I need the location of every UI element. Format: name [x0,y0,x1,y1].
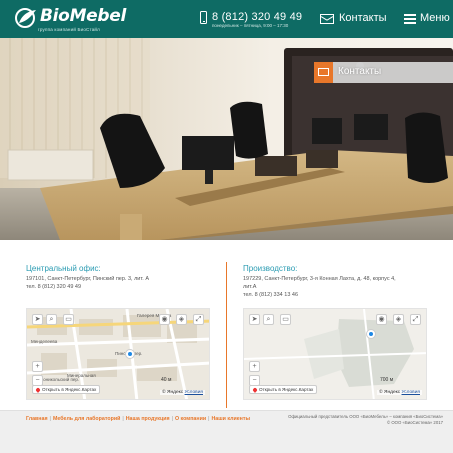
phone-number[interactable]: 8 (812) 320 49 49 [212,11,302,23]
footer-link-products[interactable]: Наша продукция [126,416,170,422]
map-location-button[interactable]: ➤ [249,314,260,325]
footer-nav: Главная | Мебель для лабораторий | Наша прод… [26,416,250,422]
footer-link-clients[interactable]: Наши клиенты [211,416,250,422]
map-scale: 700 м [380,377,394,383]
map-pin-icon[interactable] [366,329,376,339]
map-fullscreen-icon[interactable]: ⤢ [193,314,204,325]
phone-hours: понедельник – пятница, 9:00 – 17:30 [212,23,289,28]
central-office-address: 197101, Санкт-Петербург, Пинский пер. 3,… [26,275,216,291]
terms-link[interactable]: Условия [402,390,420,395]
footer-separator: | [208,416,210,422]
terms-link[interactable]: Условия [185,390,203,395]
hero-banner: Контакты [0,38,453,240]
footer-separator: | [122,416,124,422]
logo-text: BioMebel [40,6,127,26]
copyright-text: © Яндекс [162,390,184,395]
phone-icon [200,11,207,24]
footer-link-about[interactable]: О компании [175,416,206,422]
column-divider [226,262,227,408]
map-traffic-icon[interactable]: ◉ [376,314,387,325]
map-search-icon[interactable]: ⌕ [263,314,274,325]
mail-icon [320,14,334,24]
menu-label: Меню [420,12,450,24]
open-map-label: Открыть в Яндекс.Картах [42,387,97,392]
hero-contacts-badge: Контакты [314,62,453,83]
production-address-line2: лит.А [243,284,257,290]
map-pin-icon[interactable] [125,349,135,359]
map-label: Менделеева [31,339,58,344]
logo-subtitle: группа компаний БиоСтайл [38,27,100,32]
map-copyright: © Яндекс Условия [377,390,422,395]
hero-badge-label: Контакты [338,66,382,77]
map-layers-icon[interactable]: ◈ [176,314,187,325]
open-in-yandex-maps-button[interactable]: Открыть в Яндекс.Картах [249,385,318,394]
map-traffic-icon[interactable]: ◉ [159,314,170,325]
central-phone-line[interactable]: тел. 8 (812) 320 49 49 [26,283,216,291]
footer-separator: | [49,416,51,422]
map-search-icon[interactable]: ⌕ [46,314,57,325]
site-footer: Главная | Мебель для лабораторий | Наша прод… [0,410,453,453]
map-fullscreen-icon[interactable]: ⤢ [410,314,421,325]
hamburger-icon [404,14,416,24]
map-layers-icon[interactable]: ◈ [393,314,404,325]
footer-legal: Официальный представитель ООО «БиоМебель… [288,414,443,426]
footer-legal-line2: © ООО «БиоСистема» 2017 [386,420,443,425]
leaf-logo-icon [15,8,36,28]
production-map[interactable]: ➤ ⌕ ▭ ◉ ◈ ⤢ + − 700 м Открыть в Яндекс.К… [243,308,427,400]
open-map-label: Открыть в Яндекс.Картах [259,387,314,392]
footer-link-lab-furniture[interactable]: Мебель для лабораторий [53,416,120,422]
production-title: Производство: [243,264,298,273]
map-zoom-in-button[interactable]: + [249,361,260,372]
contacts-label: Контакты [339,12,387,24]
mail-icon [314,62,333,83]
copyright-text: © Яндекс [379,390,401,395]
production-address: 197229, Санкт-Петербург, 3-я Конная Лахт… [243,275,433,299]
pin-icon [35,386,41,393]
pin-icon [252,386,258,393]
central-address-line: 197101, Санкт-Петербург, Пинский пер. 3,… [26,276,150,282]
map-copyright: © Яндекс Условия [160,390,205,395]
map-ruler-icon[interactable]: ▭ [280,314,291,325]
map-location-button[interactable]: ➤ [32,314,43,325]
map-zoom-in-button[interactable]: + [32,361,43,372]
footer-separator: | [171,416,173,422]
central-office-map[interactable]: Галерея Мотора Пинский пер. Менделеева М… [26,308,210,400]
central-office-title: Центральный офис: [26,264,101,273]
production-phone-line[interactable]: тел. 8 (812) 334 13 46 [243,291,433,299]
footer-link-home[interactable]: Главная [26,416,48,422]
open-in-yandex-maps-button[interactable]: Открыть в Яндекс.Картах [32,385,101,394]
map-scale: 40 м [161,377,172,383]
production-address-line1: 197229, Санкт-Петербург, 3-я Конная Лахт… [243,276,396,282]
site-header: BioMebel группа компаний БиоСтайл 8 (812… [0,0,453,38]
map-ruler-icon[interactable]: ▭ [63,314,74,325]
